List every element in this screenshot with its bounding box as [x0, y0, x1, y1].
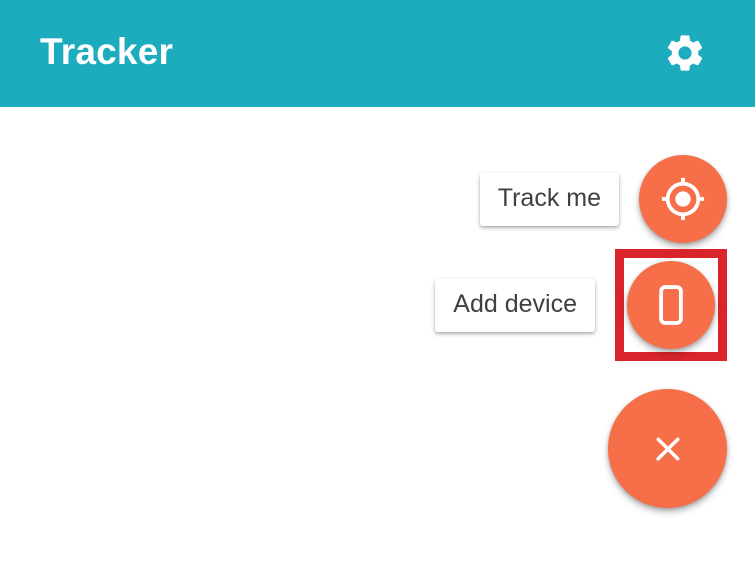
- fab-label-add-device[interactable]: Add device: [435, 278, 595, 332]
- fab-action-track-me: Track me: [407, 155, 727, 243]
- fab-close-row: [407, 389, 727, 508]
- fab-label-track-me[interactable]: Track me: [479, 172, 619, 226]
- fab-action-add-device: Add device: [407, 249, 727, 361]
- add-device-button[interactable]: [627, 261, 715, 349]
- track-me-button[interactable]: [639, 155, 727, 243]
- my-location-icon: [660, 176, 706, 222]
- smartphone-icon: [649, 283, 693, 327]
- fab-speed-dial-menu: Track me Add device: [407, 155, 727, 508]
- gear-icon: [663, 31, 707, 75]
- app-bar: Tracker: [0, 0, 755, 107]
- main-content: Track me Add device: [0, 107, 755, 567]
- close-menu-button[interactable]: [608, 389, 727, 508]
- app-bar-actions: [661, 29, 731, 79]
- settings-button[interactable]: [661, 29, 709, 77]
- page-title: Tracker: [40, 31, 174, 72]
- highlight-box: [615, 249, 727, 361]
- close-icon: [647, 428, 689, 470]
